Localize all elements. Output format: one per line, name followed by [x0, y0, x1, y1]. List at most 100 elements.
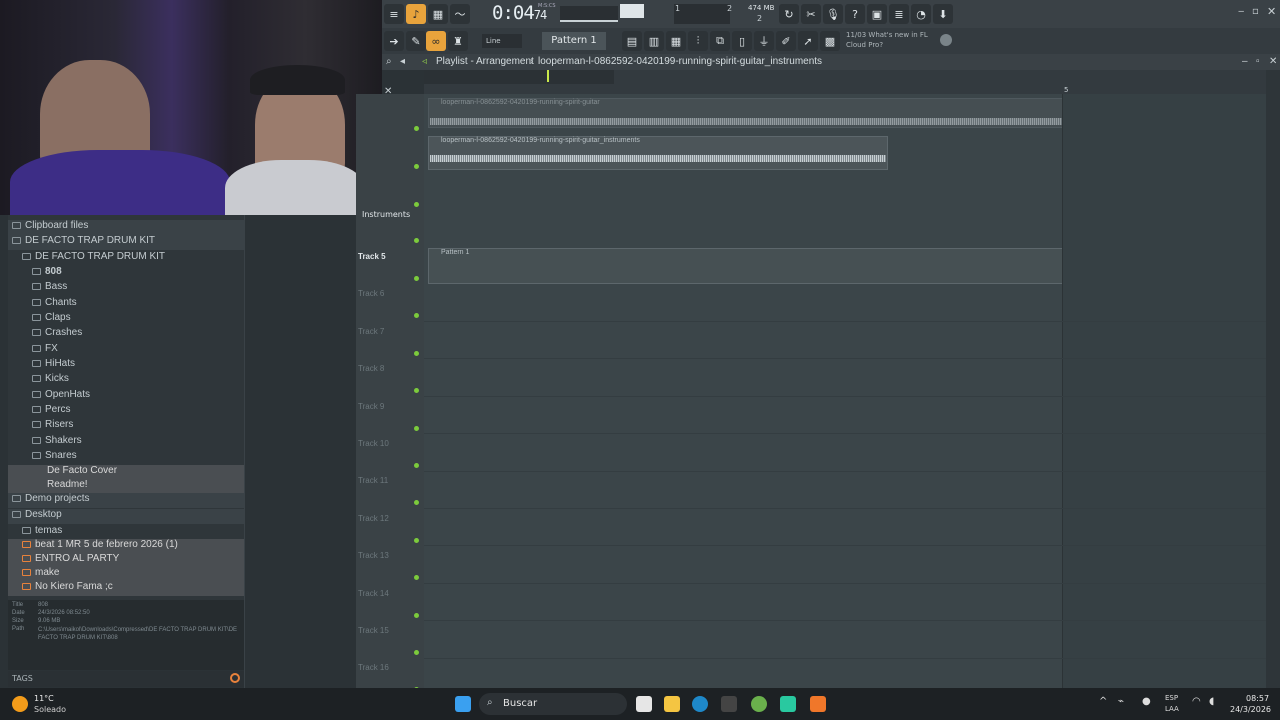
track-name[interactable]: Track 14 — [358, 589, 389, 598]
plug-icon[interactable]: ⏚ — [754, 31, 774, 51]
browser-desktop-file[interactable]: make — [8, 567, 244, 582]
browser-folder[interactable]: FX — [8, 343, 244, 358]
minimize-icon[interactable]: ‒ — [1238, 6, 1244, 17]
pattern-clip[interactable]: Pattern 1 — [428, 248, 1064, 284]
play-tri-icon[interactable]: ◃ — [422, 56, 427, 67]
track-name[interactable]: Track 12 — [358, 514, 389, 523]
news-icon[interactable]: ▩ — [820, 31, 840, 51]
mic-tray-icon[interactable]: ● — [1142, 696, 1151, 707]
track-lane[interactable] — [424, 509, 1266, 547]
zoom-icon[interactable]: ⌕ — [386, 56, 392, 67]
browser-desktop-file[interactable]: No Kiero Fama ;c — [8, 581, 244, 596]
track-lane[interactable] — [424, 659, 1266, 688]
track-lane[interactable] — [424, 435, 1266, 472]
weather-text[interactable]: Soleado — [34, 705, 66, 714]
playhead-marker[interactable] — [547, 70, 549, 82]
track-name[interactable]: Track 15 — [358, 626, 389, 635]
weather-temp[interactable]: 11°C — [34, 694, 54, 703]
volume-icon[interactable]: ◖ — [1209, 696, 1214, 707]
track-2-led[interactable] — [414, 164, 419, 169]
scroll-overview[interactable] — [424, 70, 614, 84]
track-enable-led[interactable] — [414, 388, 419, 394]
mixer-view-icon[interactable]: ⫶ — [688, 31, 708, 51]
clock-time[interactable]: 08:57 — [1246, 694, 1269, 703]
browser-folder[interactable]: Percs — [8, 404, 244, 419]
playlist-icon[interactable]: ▤ — [622, 31, 642, 51]
track-enable-led[interactable] — [414, 575, 419, 581]
share-icon[interactable]: ➚ — [798, 31, 818, 51]
browser-folder[interactable]: Bass — [8, 281, 244, 296]
green-app-icon[interactable] — [751, 696, 767, 712]
teal-app-icon[interactable] — [780, 696, 796, 712]
globe-icon[interactable] — [940, 34, 952, 46]
track-name[interactable]: Track 7 — [358, 327, 384, 336]
track-enable-led[interactable] — [414, 313, 419, 319]
taskbar-search[interactable]: ⌕ Buscar — [479, 693, 627, 715]
help-icon[interactable]: ? — [845, 4, 865, 24]
plugin-icon[interactable]: ⧉ — [710, 31, 730, 51]
track-lane[interactable] — [424, 472, 1266, 509]
arrow-icon[interactable]: ➔ — [384, 31, 404, 51]
track-enable-led[interactable] — [414, 537, 419, 543]
pl-close-icon[interactable]: ✕ — [1269, 56, 1277, 67]
pat-mode-icon[interactable]: ▦ — [428, 4, 448, 24]
track-name[interactable]: Track 8 — [358, 364, 384, 373]
close-icon[interactable]: ✕ — [1267, 5, 1276, 18]
search-icon[interactable] — [230, 673, 240, 683]
cut-icon[interactable]: ✂ — [801, 4, 821, 24]
browser-folder[interactable]: Claps — [8, 312, 244, 327]
fl-studio-icon[interactable] — [810, 696, 826, 712]
track-lane[interactable] — [424, 622, 1266, 659]
track-4-led[interactable] — [414, 238, 419, 243]
master-level[interactable] — [620, 4, 644, 18]
weather-icon[interactable] — [12, 696, 28, 712]
track-enable-led[interactable] — [414, 425, 419, 431]
browser-file[interactable]: Readme! — [8, 479, 244, 494]
browser-folder[interactable]: Shakers — [8, 435, 244, 450]
menu-icon[interactable]: ≡ — [384, 4, 404, 24]
browser-temas[interactable]: temas — [8, 525, 244, 540]
news-text-2[interactable]: Cloud Pro? — [846, 41, 883, 49]
browser-desktop[interactable]: Desktop — [8, 509, 244, 524]
track-enable-led[interactable] — [414, 650, 419, 655]
track-name[interactable]: Track 11 — [358, 476, 388, 485]
track-lane[interactable] — [424, 584, 1266, 622]
edge-icon[interactable] — [692, 696, 708, 712]
track-lane[interactable] — [424, 397, 1266, 435]
stamp-icon[interactable]: ♜ — [448, 31, 468, 51]
link-icon[interactable]: ∞ — [426, 31, 446, 51]
track-enable-led[interactable] — [414, 612, 419, 618]
tags-bar[interactable]: TAGS — [8, 671, 244, 687]
piano-roll-icon[interactable]: ▥ — [644, 31, 664, 51]
track-3-led[interactable] — [414, 202, 419, 207]
maximize-icon[interactable]: ▫ — [1252, 6, 1259, 17]
browser-folder[interactable]: Snares — [8, 450, 244, 465]
track-name[interactable]: Track 10 — [358, 439, 389, 448]
lang-1[interactable]: ESP — [1165, 694, 1178, 702]
pen-icon[interactable]: ✐ — [776, 31, 796, 51]
mic-icon[interactable]: 🎙 — [823, 4, 843, 24]
track-enable-led[interactable] — [414, 276, 419, 281]
song-mode-icon[interactable]: ♪ — [406, 4, 426, 24]
channel-rack-icon[interactable]: ▦ — [666, 31, 686, 51]
network-icon[interactable]: ⌁ — [1118, 696, 1124, 707]
track-lane[interactable] — [424, 547, 1266, 584]
track-name[interactable]: Track 9 — [358, 402, 384, 411]
track-enable-led[interactable] — [414, 350, 419, 356]
track-name[interactable]: Track 6 — [358, 289, 384, 298]
track-name[interactable]: Track 5 — [358, 252, 386, 261]
windows-start-icon[interactable] — [455, 696, 471, 712]
track-lane[interactable] — [424, 360, 1266, 397]
track-name[interactable]: Track 16 — [358, 663, 389, 672]
news-text-1[interactable]: 11/03 What's new in FL — [846, 31, 928, 39]
wave-icon[interactable]: 〜 — [450, 4, 470, 24]
browser-desktop-file[interactable]: beat 1 MR 5 de febrero 2026 (1) — [8, 539, 244, 554]
track-lane[interactable] — [424, 285, 1266, 322]
browser-file[interactable]: De Facto Cover — [8, 465, 244, 480]
track-1-led[interactable] — [414, 126, 419, 131]
browser-folder[interactable]: DE FACTO TRAP DRUM KIT — [8, 251, 244, 266]
browser-folder[interactable]: Kicks — [8, 373, 244, 388]
task-view-icon[interactable] — [636, 696, 652, 712]
browser-folder[interactable]: HiHats — [8, 358, 244, 373]
draw-icon[interactable]: ✎ — [406, 31, 426, 51]
